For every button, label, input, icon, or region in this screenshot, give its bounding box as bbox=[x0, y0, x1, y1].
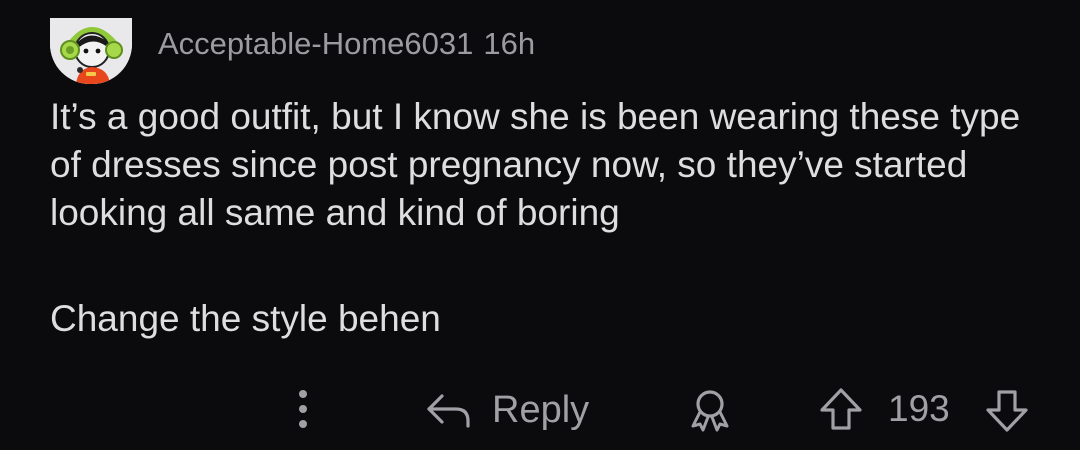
avatar-icon bbox=[50, 18, 132, 84]
comment-actions: Reply 193 bbox=[0, 380, 1080, 440]
reply-button[interactable]: Reply bbox=[424, 384, 589, 436]
comment: Acceptable-Home6031 16h It’s a good outfi… bbox=[0, 0, 1080, 450]
downvote-button[interactable] bbox=[984, 386, 1030, 434]
reply-label: Reply bbox=[492, 388, 590, 431]
comment-paragraph: It’s a good outfit, but I know she is be… bbox=[50, 96, 1021, 233]
comment-timestamp: 16h bbox=[483, 26, 536, 61]
award-icon bbox=[691, 390, 729, 432]
reply-arrow-icon bbox=[427, 394, 470, 428]
more-vertical-icon bbox=[299, 390, 307, 428]
upvote-arrow-icon bbox=[820, 388, 862, 430]
award-button[interactable] bbox=[686, 386, 734, 434]
vote-score: 193 bbox=[888, 388, 950, 429]
comment-paragraph: Change the style behen bbox=[50, 298, 441, 339]
comment-body: It’s a good outfit, but I know she is be… bbox=[50, 93, 1050, 343]
upvote-button[interactable] bbox=[818, 386, 864, 434]
more-options-button[interactable] bbox=[286, 386, 320, 432]
comment-header: Acceptable-Home6031 16h bbox=[158, 26, 535, 62]
author-name[interactable]: Acceptable-Home6031 bbox=[158, 26, 473, 61]
avatar[interactable] bbox=[50, 18, 132, 84]
downvote-arrow-icon bbox=[986, 390, 1028, 432]
